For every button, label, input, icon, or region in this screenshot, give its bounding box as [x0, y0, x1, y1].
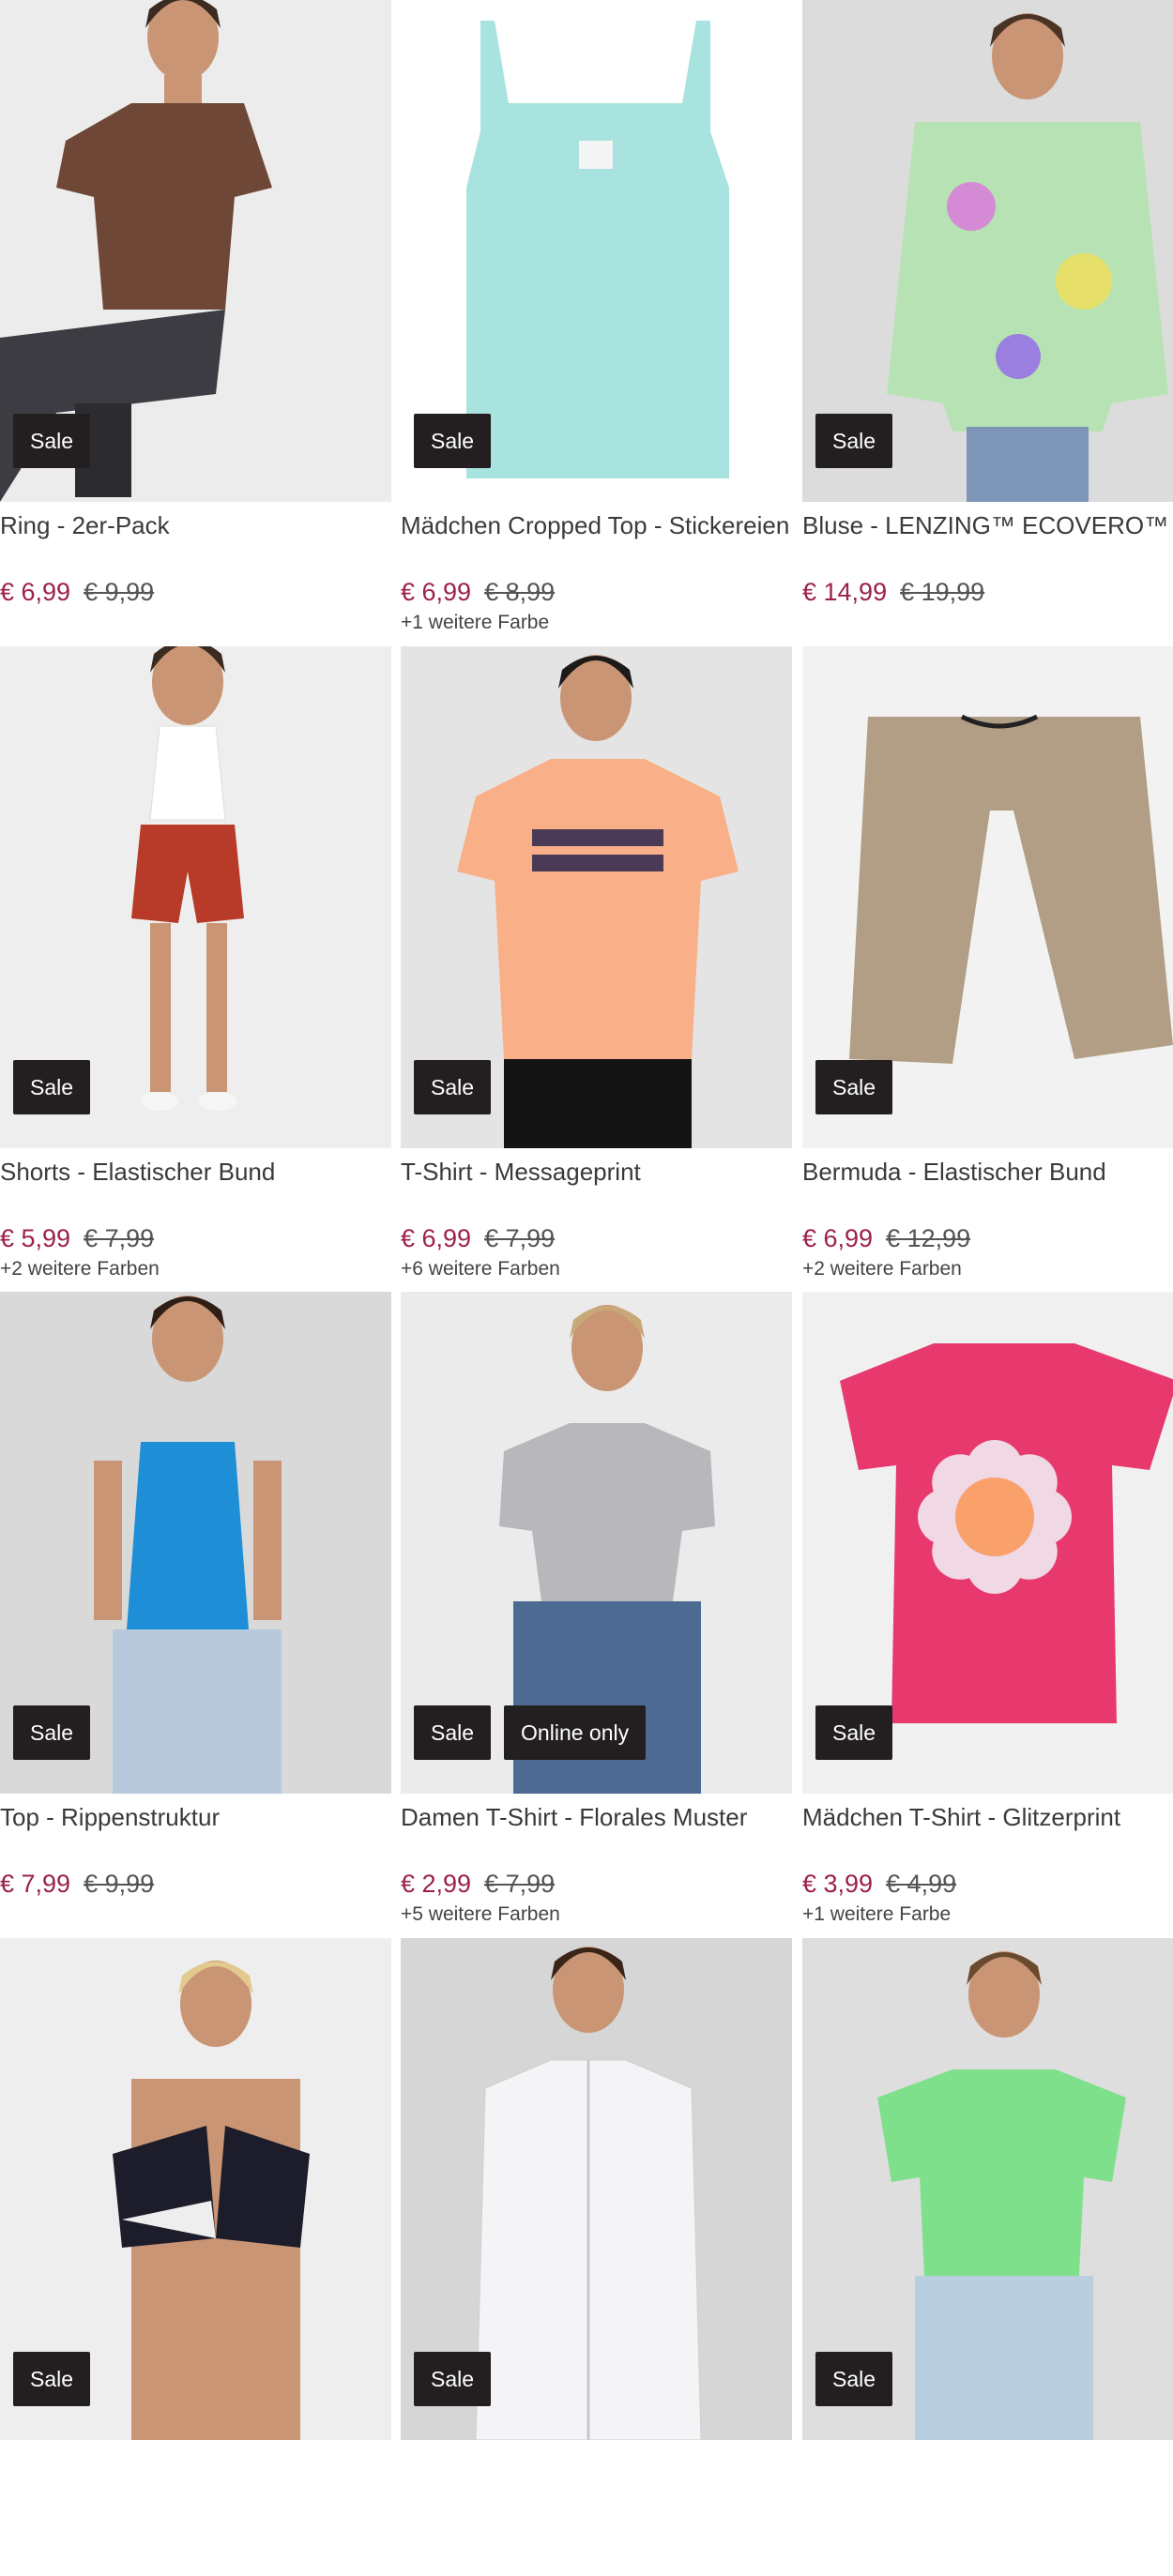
- product-card[interactable]: Sale Bermuda - Elastischer Bund € 6,99 € …: [802, 646, 1173, 1284]
- product-image[interactable]: Sale: [401, 646, 792, 1148]
- sale-price: € 6,99: [401, 1224, 472, 1252]
- product-card[interactable]: Sale: [0, 1938, 391, 2576]
- sale-badge: Sale: [414, 1705, 492, 1760]
- product-image[interactable]: Sale: [802, 1938, 1173, 2440]
- more-colors-link[interactable]: +2 weitere Farben: [0, 1255, 391, 1283]
- product-title[interactable]: T-Shirt - Messageprint: [401, 1148, 792, 1220]
- old-price: € 7,99: [84, 1224, 155, 1252]
- old-price: € 12,99: [886, 1224, 971, 1252]
- product-card[interactable]: Sale Online only Damen T-Shirt - Florales…: [401, 1292, 792, 1930]
- sale-badge: Sale: [13, 414, 91, 468]
- old-price: € 7,99: [484, 1224, 556, 1252]
- product-price: € 2,99 € 7,99: [401, 1867, 792, 1901]
- sale-badge: Sale: [815, 414, 893, 468]
- sale-badge: Sale: [414, 1060, 492, 1114]
- sale-price: € 14,99: [802, 578, 888, 606]
- old-price: € 7,99: [484, 1870, 556, 1898]
- product-card[interactable]: Sale: [802, 1938, 1173, 2576]
- product-image[interactable]: Sale: [401, 1938, 792, 2440]
- product-image[interactable]: Sale: [802, 0, 1173, 502]
- product-image[interactable]: Sale: [802, 1292, 1173, 1794]
- product-title[interactable]: Top - Rippenstruktur: [0, 1794, 391, 1865]
- product-title[interactable]: Mädchen T-Shirt - Glitzerprint: [802, 1794, 1173, 1865]
- product-title[interactable]: Damen T-Shirt - Florales Muster: [401, 1794, 792, 1865]
- sale-price: € 7,99: [0, 1870, 71, 1898]
- sale-badge: Sale: [815, 1705, 893, 1760]
- product-price: € 7,99 € 9,99: [0, 1867, 391, 1901]
- product-card[interactable]: Sale Ring - 2er-Pack € 6,99 € 9,99: [0, 0, 391, 638]
- product-card[interactable]: Sale: [401, 1938, 792, 2576]
- sale-badge: Sale: [13, 1060, 91, 1114]
- product-card[interactable]: Sale Shorts - Elastischer Bund € 5,99 € 7…: [0, 646, 391, 1284]
- product-title[interactable]: Shorts - Elastischer Bund: [0, 1148, 391, 1220]
- old-price: € 8,99: [484, 578, 556, 606]
- product-image[interactable]: Sale: [401, 0, 792, 502]
- sale-badge: Sale: [13, 2352, 91, 2406]
- sale-badge: Sale: [414, 414, 492, 468]
- sale-price: € 5,99: [0, 1224, 71, 1252]
- more-colors-link[interactable]: +1 weitere Farbe: [802, 1901, 1173, 1929]
- old-price: € 19,99: [900, 578, 985, 606]
- sale-price: € 6,99: [802, 1224, 874, 1252]
- product-title[interactable]: Bluse - LENZING™ ECOVERO™: [802, 502, 1173, 573]
- product-card[interactable]: Sale Top - Rippenstruktur € 7,99 € 9,99: [0, 1292, 391, 1930]
- sale-price: € 2,99: [401, 1870, 472, 1898]
- sale-price: € 6,99: [401, 578, 472, 606]
- product-image[interactable]: Sale: [0, 1938, 391, 2440]
- more-colors-link[interactable]: +6 weitere Farben: [401, 1255, 792, 1283]
- online-only-badge: Online only: [504, 1705, 647, 1760]
- product-card[interactable]: Sale Bluse - LENZING™ ECOVERO™ € 14,99 € …: [802, 0, 1173, 638]
- product-title[interactable]: Mädchen Cropped Top - Stickereien: [401, 502, 792, 573]
- product-price: € 6,99 € 9,99: [0, 575, 391, 609]
- product-title[interactable]: Bermuda - Elastischer Bund: [802, 1148, 1173, 1220]
- more-colors-link[interactable]: +1 weitere Farbe: [401, 609, 792, 637]
- more-colors-link[interactable]: +5 weitere Farben: [401, 1901, 792, 1929]
- product-image[interactable]: Sale Online only: [401, 1292, 792, 1794]
- product-card[interactable]: Sale T-Shirt - Messageprint € 6,99 € 7,99…: [401, 646, 792, 1284]
- product-price: € 14,99 € 19,99: [802, 575, 1173, 609]
- product-price: € 5,99 € 7,99: [0, 1221, 391, 1255]
- product-image[interactable]: Sale: [802, 646, 1173, 1148]
- old-price: € 4,99: [886, 1870, 957, 1898]
- product-card[interactable]: Sale Mädchen T-Shirt - Glitzerprint € 3,…: [802, 1292, 1173, 1930]
- product-grid: Sale Ring - 2er-Pack € 6,99 € 9,99 Sale M…: [0, 0, 1173, 2440]
- more-colors-link[interactable]: +2 weitere Farben: [802, 1255, 1173, 1283]
- product-price: € 3,99 € 4,99: [802, 1867, 1173, 1901]
- sale-badge: Sale: [13, 1705, 91, 1760]
- sale-badge: Sale: [815, 1060, 893, 1114]
- product-card[interactable]: Sale Mädchen Cropped Top - Stickereien €…: [401, 0, 792, 638]
- product-image[interactable]: Sale: [0, 0, 391, 502]
- product-price: € 6,99 € 7,99: [401, 1221, 792, 1255]
- product-price: € 6,99 € 12,99: [802, 1221, 1173, 1255]
- product-image[interactable]: Sale: [0, 646, 391, 1148]
- product-price: € 6,99 € 8,99: [401, 575, 792, 609]
- old-price: € 9,99: [84, 578, 155, 606]
- product-title[interactable]: Ring - 2er-Pack: [0, 502, 391, 573]
- sale-badge: Sale: [815, 2352, 893, 2406]
- sale-price: € 6,99: [0, 578, 71, 606]
- old-price: € 9,99: [84, 1870, 155, 1898]
- sale-price: € 3,99: [802, 1870, 874, 1898]
- product-image[interactable]: Sale: [0, 1292, 391, 1794]
- sale-badge: Sale: [414, 2352, 492, 2406]
